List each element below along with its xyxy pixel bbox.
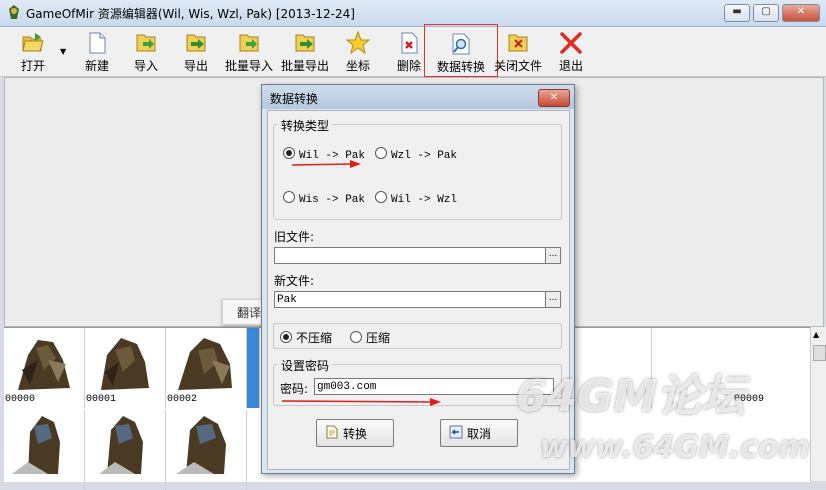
warrior-sprite-image bbox=[12, 416, 60, 474]
import-icon bbox=[136, 34, 156, 52]
delete-file-icon bbox=[401, 32, 418, 54]
batch-export-button[interactable]: 批量导出 bbox=[280, 29, 330, 73]
document-icon bbox=[326, 425, 338, 439]
radio-unchecked-icon bbox=[375, 147, 387, 159]
scroll-thumb[interactable] bbox=[813, 345, 826, 361]
star-icon bbox=[346, 31, 370, 55]
cancel-button[interactable]: 取消 bbox=[440, 419, 518, 447]
new-label: 新建 bbox=[84, 59, 109, 73]
radio-wis-to-pak[interactable]: Wis -> Pak bbox=[283, 191, 365, 206]
convert-type-group: 转换类型 Wil -> Pak Wzl -> Pak Wis -> Pak Wi… bbox=[273, 117, 562, 220]
new-file-input[interactable]: Pak bbox=[274, 291, 546, 308]
close-file-label: 关闭文件 bbox=[494, 59, 543, 73]
toolbar: 打开 ▼ 新建 导入 导出 批量导入 批量导出 坐标 删除 数据转换 关闭文件 … bbox=[0, 24, 826, 77]
thumbnail-cell[interactable] bbox=[85, 410, 166, 490]
data-convert-label: 数据转换 bbox=[436, 60, 485, 74]
new-file-label: 新文件: bbox=[274, 274, 315, 288]
app-icon bbox=[9, 5, 19, 19]
dialog-title-bar: 数据转换 ✕ bbox=[262, 85, 574, 109]
thumbnail-cell[interactable] bbox=[4, 410, 85, 490]
password-legend: 设置密码 bbox=[278, 357, 333, 374]
folder-open-icon bbox=[22, 33, 44, 52]
radio-wzl-to-pak[interactable]: Wzl -> Pak bbox=[375, 147, 457, 162]
old-file-label: 旧文件: bbox=[274, 230, 315, 244]
batch-export-icon bbox=[295, 34, 315, 52]
exit-button[interactable]: 退出 bbox=[556, 29, 586, 73]
thumbnail-cell[interactable]: 00001 bbox=[85, 328, 166, 408]
convert-button[interactable]: 转换 bbox=[316, 419, 394, 447]
radio-unchecked-icon bbox=[375, 191, 387, 203]
old-file-input[interactable] bbox=[274, 247, 546, 264]
close-file-button[interactable]: 关闭文件 bbox=[494, 29, 542, 73]
close-window-button[interactable]: ✕ bbox=[782, 4, 820, 22]
warrior-sprite-image bbox=[178, 338, 232, 390]
batch-export-label: 批量导出 bbox=[280, 59, 329, 73]
coords-label: 坐标 bbox=[345, 59, 370, 73]
import-label: 导入 bbox=[133, 59, 158, 73]
close-folder-icon bbox=[508, 34, 528, 52]
warrior-sprite-image bbox=[18, 340, 70, 390]
radio-compress[interactable]: 压缩 bbox=[350, 329, 390, 346]
thumbnail-caption: 00000 bbox=[5, 394, 36, 405]
thumbnail-cell[interactable] bbox=[166, 410, 247, 490]
exit-label: 退出 bbox=[558, 59, 583, 73]
vertical-scrollbar[interactable]: ▲ bbox=[810, 327, 826, 481]
delete-label: 删除 bbox=[396, 59, 421, 73]
red-arrow-annotation bbox=[292, 160, 361, 168]
watermark-brand: 64GM论坛 bbox=[516, 371, 746, 422]
dialog-title: 数据转换 bbox=[270, 92, 319, 106]
old-file-browse-button[interactable]: ... bbox=[545, 247, 561, 264]
radio-no-compress[interactable]: 不压缩 bbox=[280, 329, 332, 346]
export-button[interactable]: 导出 bbox=[178, 29, 214, 73]
exit-x-icon bbox=[560, 32, 582, 54]
scroll-up-icon[interactable]: ▲ bbox=[813, 330, 819, 339]
watermark-url: www.64GM.com bbox=[540, 430, 810, 465]
dialog-close-button[interactable]: ✕ bbox=[538, 89, 570, 107]
batch-import-button[interactable]: 批量导入 bbox=[224, 29, 274, 73]
open-label: 打开 bbox=[20, 59, 45, 73]
open-button[interactable]: 打开 bbox=[14, 29, 52, 73]
thumbnail-cell[interactable]: 00000 bbox=[4, 328, 85, 408]
convert-button-label: 转换 bbox=[343, 427, 368, 441]
data-convert-button[interactable]: 数据转换 bbox=[424, 24, 498, 77]
new-file-browse-button[interactable]: ... bbox=[545, 291, 561, 308]
radio-unchecked-icon bbox=[350, 331, 362, 343]
minimize-button[interactable]: ▬ bbox=[724, 4, 750, 22]
export-icon bbox=[186, 34, 206, 52]
thumbnail-cell[interactable]: 00009 bbox=[733, 328, 814, 408]
translate-button[interactable]: 翻译 bbox=[237, 304, 261, 321]
red-arrow-annotation bbox=[282, 398, 441, 406]
maximize-button[interactable]: ▢ bbox=[753, 4, 779, 22]
cancel-button-label: 取消 bbox=[467, 427, 492, 441]
chevron-down-icon[interactable]: ▼ bbox=[60, 47, 66, 56]
import-button[interactable]: 导入 bbox=[128, 29, 164, 73]
new-file-icon bbox=[89, 32, 106, 54]
thumbnail-caption: 00001 bbox=[86, 394, 117, 405]
compress-group: 不压缩 压缩 bbox=[273, 323, 562, 349]
warrior-sprite-image bbox=[99, 416, 143, 474]
radio-unchecked-icon bbox=[283, 191, 295, 203]
thumbnail-cell[interactable]: 00002 bbox=[166, 328, 247, 408]
coords-button[interactable]: 坐标 bbox=[343, 29, 373, 73]
thumbnail-cell-selected[interactable] bbox=[247, 328, 260, 408]
batch-import-icon bbox=[239, 34, 259, 52]
radio-checked-icon bbox=[283, 147, 295, 159]
thumbnail-caption: 00002 bbox=[167, 394, 198, 405]
magnifier-icon bbox=[452, 33, 470, 55]
password-label: 密码: bbox=[280, 382, 309, 396]
window-title: GameOfMir 资源编辑器(Wil, Wis, Wzl, Pak) [201… bbox=[26, 7, 355, 21]
batch-import-label: 批量导入 bbox=[224, 59, 273, 73]
radio-wil-to-wzl[interactable]: Wil -> Wzl bbox=[375, 191, 457, 206]
convert-type-legend: 转换类型 bbox=[278, 117, 333, 134]
radio-checked-icon bbox=[280, 331, 292, 343]
export-label: 导出 bbox=[183, 59, 208, 73]
back-arrow-icon bbox=[449, 425, 463, 439]
title-bar: GameOfMir 资源编辑器(Wil, Wis, Wzl, Pak) [201… bbox=[0, 0, 826, 27]
warrior-sprite-image bbox=[101, 338, 149, 390]
warrior-sprite-image bbox=[176, 416, 226, 474]
delete-button[interactable]: 删除 bbox=[394, 29, 424, 73]
new-button[interactable]: 新建 bbox=[80, 29, 114, 73]
